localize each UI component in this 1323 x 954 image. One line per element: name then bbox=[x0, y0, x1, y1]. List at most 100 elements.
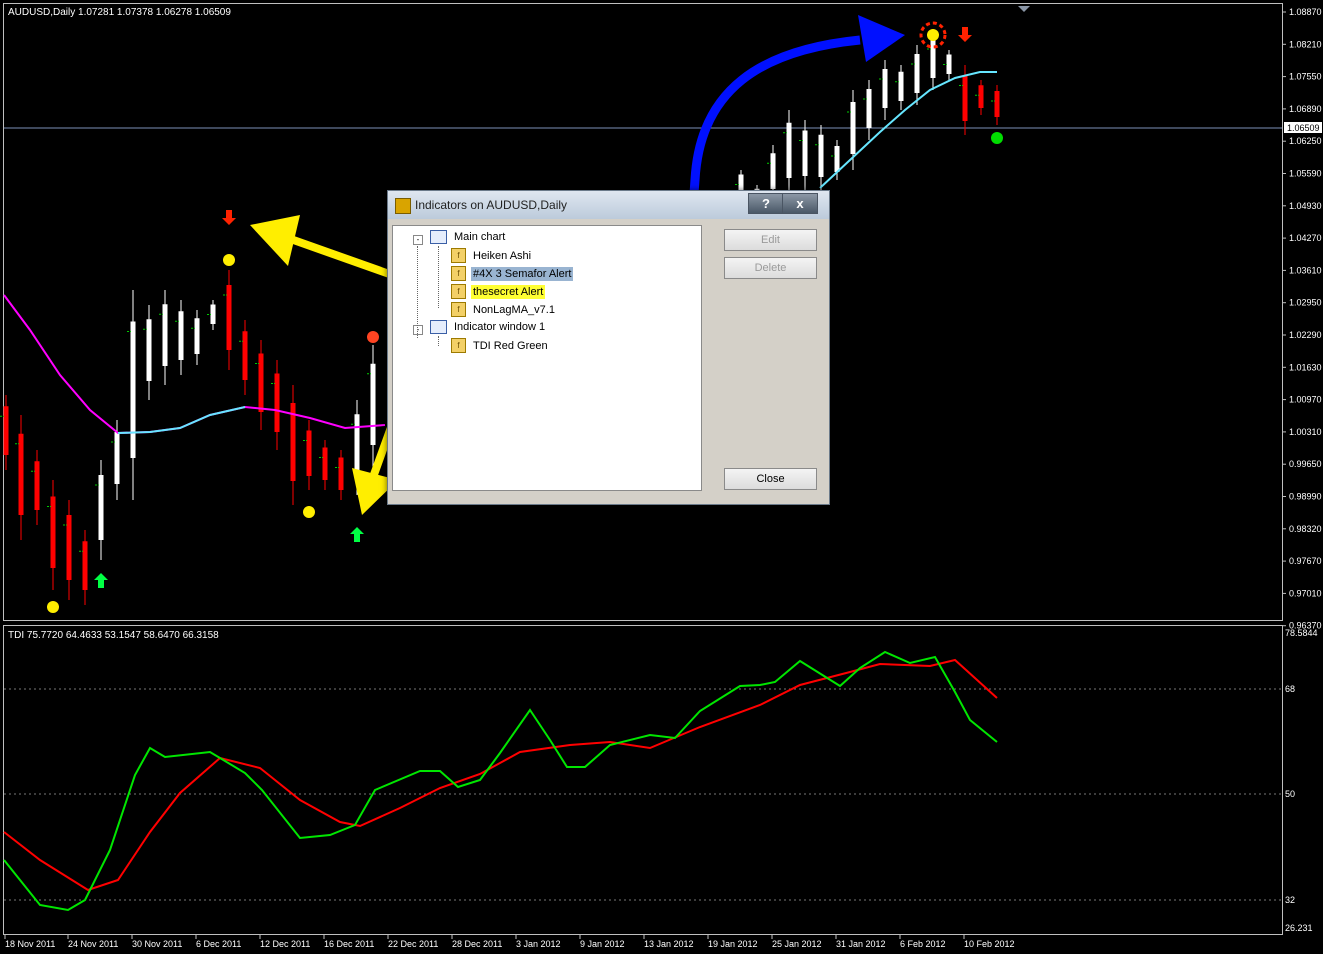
semafor-dot-icon bbox=[223, 254, 235, 266]
current-price-label: 1.06509 bbox=[1287, 123, 1320, 133]
indicator-tick-label: 32 bbox=[1285, 895, 1295, 905]
price-tick-label: 0.97670 bbox=[1289, 556, 1322, 566]
price-tick-label: 1.08210 bbox=[1289, 39, 1322, 49]
indicator-tick-label: 26.231 bbox=[1285, 923, 1313, 933]
price-tick-label: 0.97010 bbox=[1289, 588, 1322, 598]
indicator-fx-icon: f bbox=[451, 338, 466, 353]
price-tick-label: 0.99650 bbox=[1289, 459, 1322, 469]
tree-indicator-window[interactable]: Indicator window 1 bbox=[430, 320, 547, 334]
candle-body bbox=[82, 541, 88, 590]
candle-body bbox=[18, 433, 24, 515]
tree-line bbox=[438, 336, 439, 346]
price-tick-label: 1.03610 bbox=[1289, 265, 1322, 275]
price-tick-label: 1.01630 bbox=[1289, 362, 1322, 372]
candle-body bbox=[146, 319, 152, 381]
edit-button[interactable]: Edit bbox=[724, 229, 817, 251]
candle-body bbox=[930, 39, 936, 78]
candle-body bbox=[162, 304, 168, 366]
price-tick-label: 1.00970 bbox=[1289, 395, 1322, 405]
indicator-tick-label: 78.5844 bbox=[1285, 628, 1318, 638]
indicators-icon bbox=[395, 198, 411, 214]
candle-body bbox=[882, 69, 888, 108]
tree-item-tdi[interactable]: f TDI Red Green bbox=[451, 338, 550, 353]
candle-body bbox=[818, 134, 824, 177]
candle-body bbox=[962, 75, 968, 121]
price-tick-label: 1.04270 bbox=[1289, 233, 1322, 243]
candle-body bbox=[802, 130, 808, 176]
price-tick-label: 1.00310 bbox=[1289, 427, 1322, 437]
candle-body bbox=[226, 285, 232, 350]
indicator-tree[interactable]: - Main chart f Heiken Ashi f #4X 3 Semafor… bbox=[392, 225, 702, 491]
candle-body bbox=[946, 54, 952, 74]
collapse-icon[interactable]: - bbox=[413, 235, 423, 245]
dialog-close-icon[interactable]: x bbox=[782, 193, 818, 214]
date-tick-label: 3 Jan 2012 bbox=[516, 939, 561, 949]
semafor-dot-icon bbox=[991, 132, 1003, 144]
date-tick-label: 25 Jan 2012 bbox=[772, 939, 822, 949]
delete-button[interactable]: Delete bbox=[724, 257, 817, 279]
date-tick-label: 18 Nov 2011 bbox=[5, 939, 55, 949]
candle-body bbox=[354, 414, 360, 476]
candle-body bbox=[306, 430, 312, 476]
indicator-tick-label: 50 bbox=[1285, 789, 1295, 799]
indicator-fx-icon: f bbox=[451, 266, 466, 281]
price-tick-label: 1.02290 bbox=[1289, 330, 1322, 340]
date-tick-label: 6 Feb 2012 bbox=[900, 939, 946, 949]
date-tick-label: 22 Dec 2011 bbox=[388, 939, 438, 949]
date-tick-label: 6 Dec 2011 bbox=[196, 939, 241, 949]
candle-body bbox=[50, 496, 56, 568]
tree-item-nonlagma[interactable]: f NonLagMA_v7.1 bbox=[451, 302, 557, 317]
indicator-fx-icon: f bbox=[451, 248, 466, 263]
tree-main-chart[interactable]: Main chart bbox=[430, 230, 507, 244]
candle-body bbox=[866, 89, 872, 128]
candle-body bbox=[978, 85, 984, 108]
candle-body bbox=[34, 461, 40, 510]
candle-body bbox=[3, 406, 9, 455]
date-tick-label: 31 Jan 2012 bbox=[836, 939, 886, 949]
tree-line bbox=[417, 246, 418, 338]
chart-window-icon bbox=[430, 320, 447, 334]
date-tick-label: 9 Jan 2012 bbox=[580, 939, 625, 949]
close-button[interactable]: Close bbox=[724, 468, 817, 490]
date-tick-label: 16 Dec 2011 bbox=[324, 939, 374, 949]
candle-body bbox=[274, 373, 280, 432]
candle-body bbox=[898, 71, 904, 101]
semafor-dot-icon bbox=[927, 29, 939, 41]
tree-item-semafor[interactable]: f #4X 3 Semafor Alert bbox=[451, 266, 574, 281]
tree-item-heiken-ashi[interactable]: f Heiken Ashi bbox=[451, 248, 533, 263]
date-tick-label: 13 Jan 2012 bbox=[644, 939, 694, 949]
indicator-fx-icon: f bbox=[451, 302, 466, 317]
candle-body bbox=[322, 447, 328, 480]
semafor-dot-icon bbox=[47, 601, 59, 613]
candle-body bbox=[786, 122, 792, 178]
collapse-icon[interactable]: - bbox=[413, 325, 423, 335]
price-tick-label: 1.04930 bbox=[1289, 201, 1322, 211]
candle-body bbox=[194, 318, 200, 354]
candle-body bbox=[370, 363, 376, 445]
date-tick-label: 28 Dec 2011 bbox=[452, 939, 502, 949]
candle-body bbox=[114, 432, 120, 484]
candle-body bbox=[130, 321, 136, 458]
indicator-header: TDI 75.7720 64.4633 53.1547 58.6470 66.3… bbox=[8, 630, 219, 641]
dialog-titlebar[interactable]: Indicators on AUDUSD,Daily ? x bbox=[388, 191, 829, 219]
candle-body bbox=[914, 54, 920, 93]
price-tick-label: 1.07550 bbox=[1289, 72, 1322, 82]
candle-body bbox=[98, 475, 104, 540]
candle-body bbox=[994, 91, 1000, 117]
tree-item-thesecret[interactable]: f thesecret Alert bbox=[451, 284, 546, 299]
semafor-dot-icon bbox=[303, 506, 315, 518]
candle-body bbox=[338, 457, 344, 490]
indicator-tick-label: 68 bbox=[1285, 684, 1295, 694]
price-tick-label: 0.98990 bbox=[1289, 492, 1322, 502]
indicators-dialog: Indicators on AUDUSD,Daily ? x - Main ch… bbox=[387, 190, 830, 505]
candle-body bbox=[770, 153, 776, 189]
help-button[interactable]: ? bbox=[748, 193, 784, 214]
price-tick-label: 1.06890 bbox=[1289, 104, 1322, 114]
candle-body bbox=[178, 311, 184, 360]
indicator-fx-icon: f bbox=[451, 284, 466, 299]
semafor-dot-icon bbox=[367, 331, 379, 343]
tree-line bbox=[438, 246, 439, 308]
chart-window-icon bbox=[430, 230, 447, 244]
chart-header: AUDUSD,Daily 1.07281 1.07378 1.06278 1.0… bbox=[8, 7, 231, 18]
candle-body bbox=[850, 102, 856, 154]
